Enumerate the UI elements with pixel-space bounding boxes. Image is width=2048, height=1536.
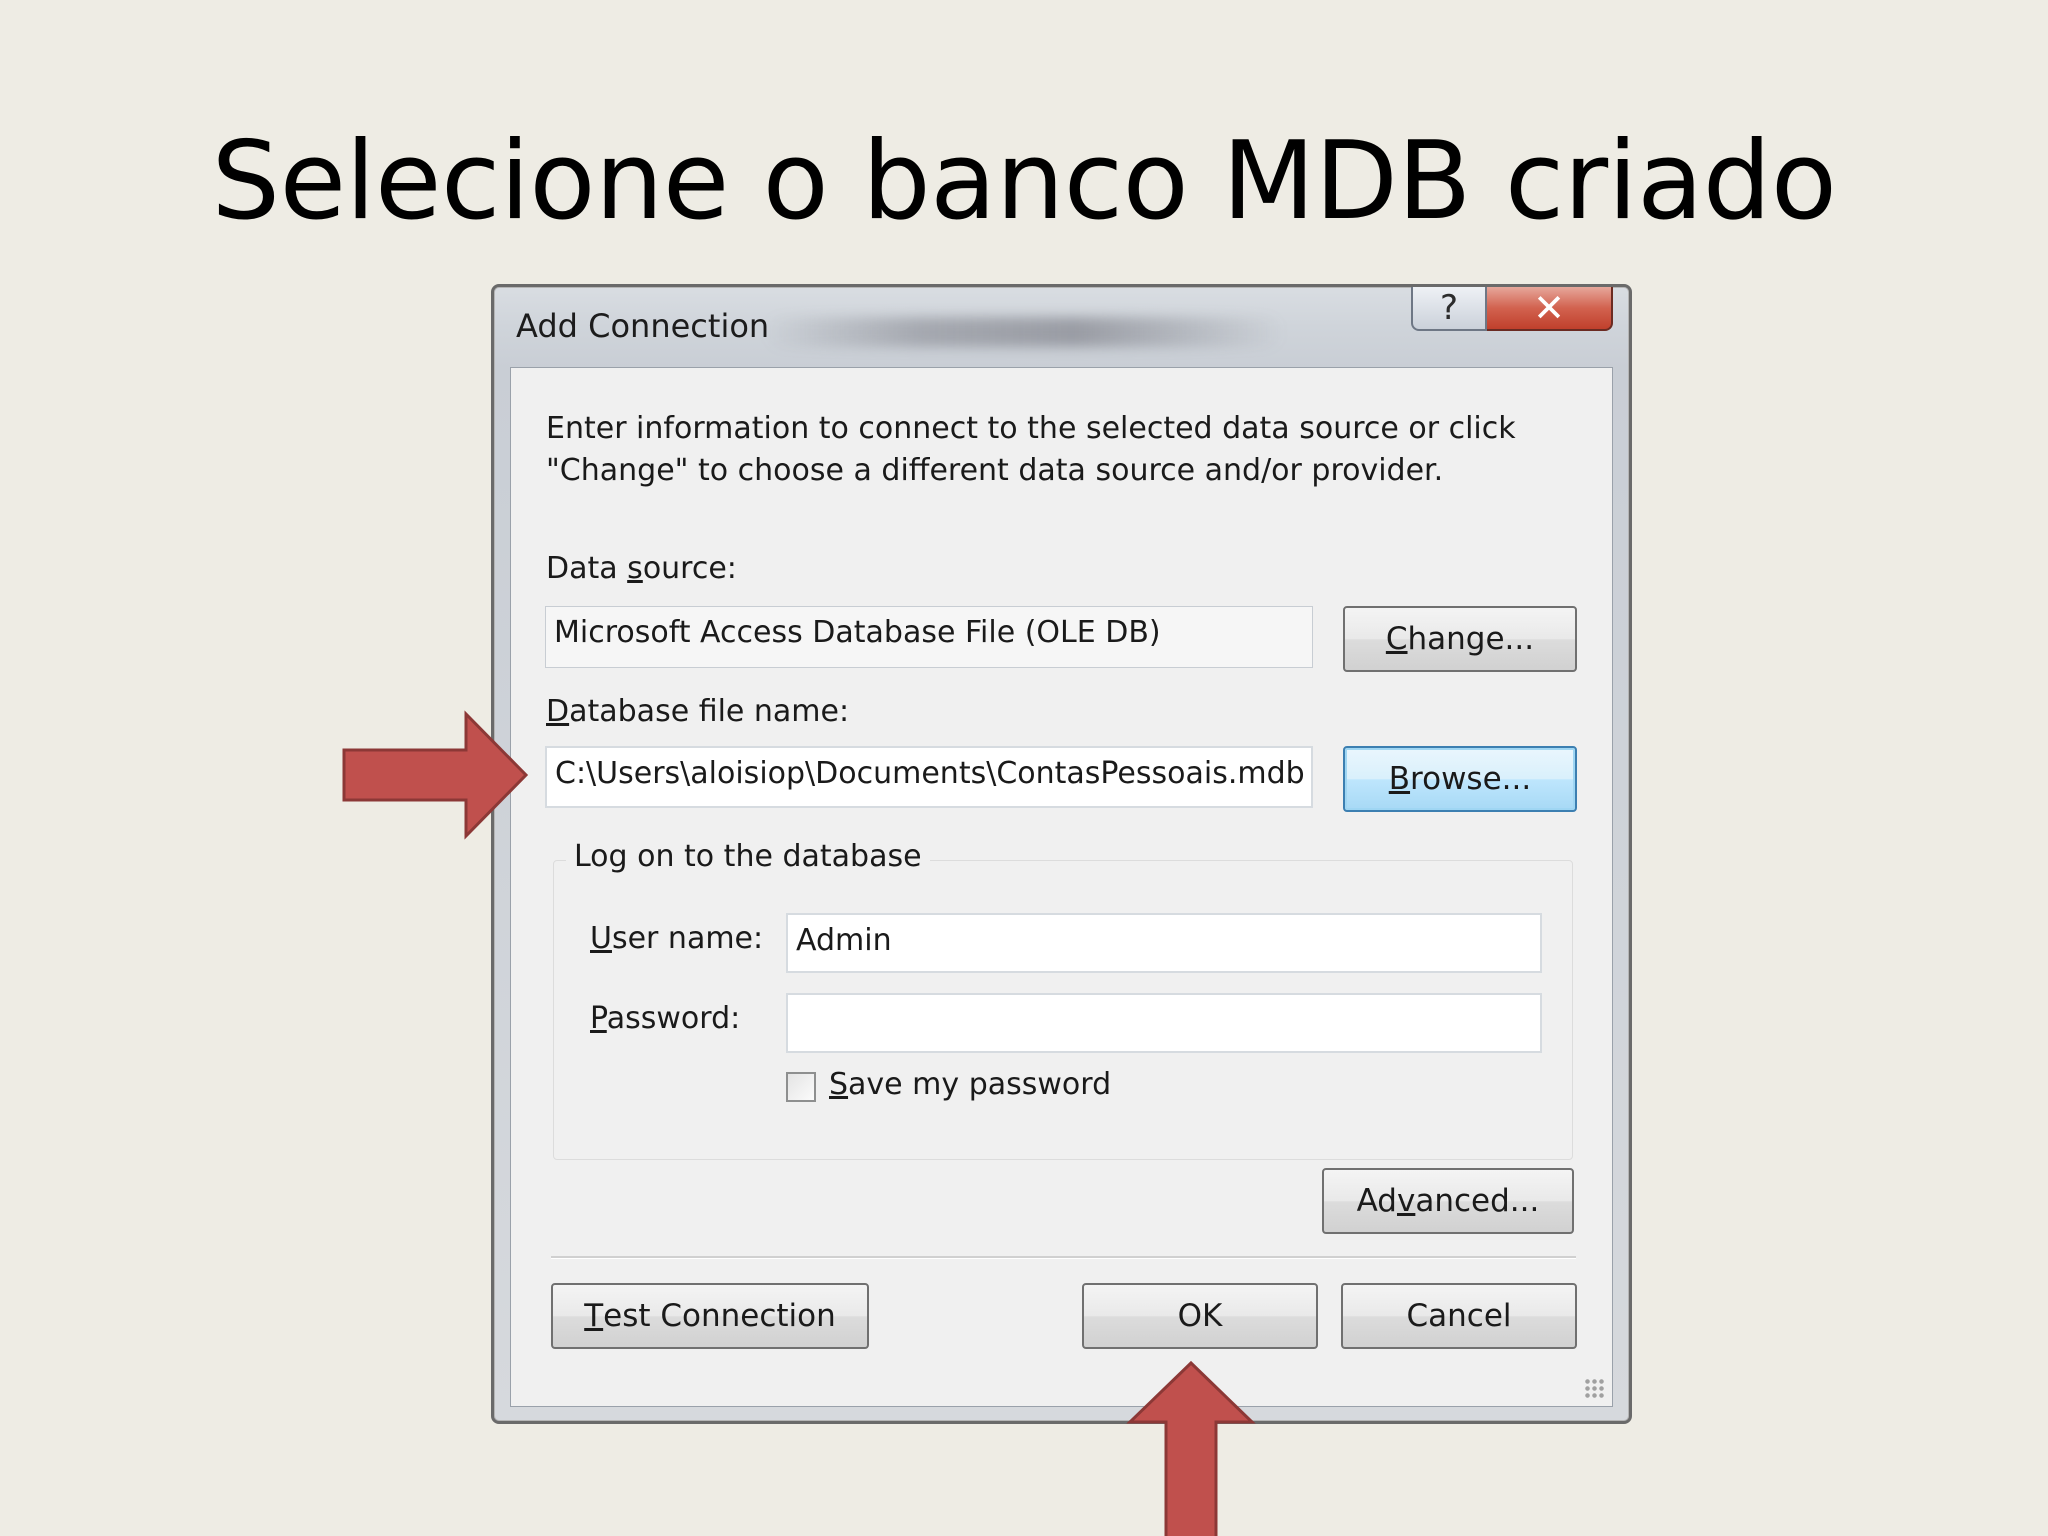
logon-group: Log on to the database User name: Admin … xyxy=(553,839,1573,1160)
slide-title: Selecione o banco MDB criado xyxy=(211,119,1837,244)
user-name-input[interactable]: Admin xyxy=(786,913,1542,973)
password-input[interactable] xyxy=(786,993,1542,1053)
close-icon: ✕ xyxy=(1533,286,1565,330)
user-name-label: User name: xyxy=(590,921,764,956)
help-button[interactable]: ? xyxy=(1411,287,1487,331)
titlebar-blur xyxy=(764,317,1284,347)
intro-text: Enter information to connect to the sele… xyxy=(546,408,1546,492)
save-password-label[interactable]: Save my password xyxy=(829,1067,1111,1102)
logon-group-title: Log on to the database xyxy=(566,839,930,874)
advanced-button[interactable]: Ad v anced... xyxy=(1322,1168,1574,1234)
data-source-label: Data source: xyxy=(546,551,737,586)
arrow-up-shape xyxy=(1126,1360,1256,1536)
arrow-right-icon xyxy=(342,710,529,840)
resize-grip-icon[interactable] xyxy=(1584,1378,1606,1400)
slide: Selecione o banco MDB criado Add Connect… xyxy=(0,0,2048,1536)
database-file-input[interactable]: C:\Users\aloisiop\Documents\ContasPessoa… xyxy=(545,746,1313,808)
change-button[interactable]: Change... xyxy=(1343,606,1577,672)
button-separator xyxy=(551,1256,1576,1259)
browse-button[interactable]: Browse... xyxy=(1343,746,1577,812)
test-connection-button[interactable]: Test Connection xyxy=(551,1283,869,1349)
add-connection-dialog: Add Connection ? ✕ Enter information to … xyxy=(491,284,1632,1424)
database-file-label: Database file name: xyxy=(546,694,850,729)
ok-button[interactable]: OK xyxy=(1082,1283,1318,1349)
arrow-right-shape xyxy=(342,710,529,840)
close-button[interactable]: ✕ xyxy=(1487,286,1613,331)
save-password-checkbox[interactable] xyxy=(786,1072,816,1102)
caption-buttons: ? ✕ xyxy=(1411,286,1613,333)
help-icon: ? xyxy=(1439,288,1459,328)
data-source-field: Microsoft Access Database File (OLE DB) xyxy=(545,606,1313,668)
cancel-button[interactable]: Cancel xyxy=(1341,1283,1577,1349)
intro-line-1: Enter information to connect to the sele… xyxy=(546,411,1516,446)
intro-line-2: "Change" to choose a different data sour… xyxy=(546,453,1444,488)
password-label: Password: xyxy=(590,1001,741,1036)
arrow-up-icon xyxy=(1126,1360,1256,1536)
dialog-client-area: Enter information to connect to the sele… xyxy=(510,367,1613,1407)
dialog-title: Add Connection xyxy=(516,307,770,345)
